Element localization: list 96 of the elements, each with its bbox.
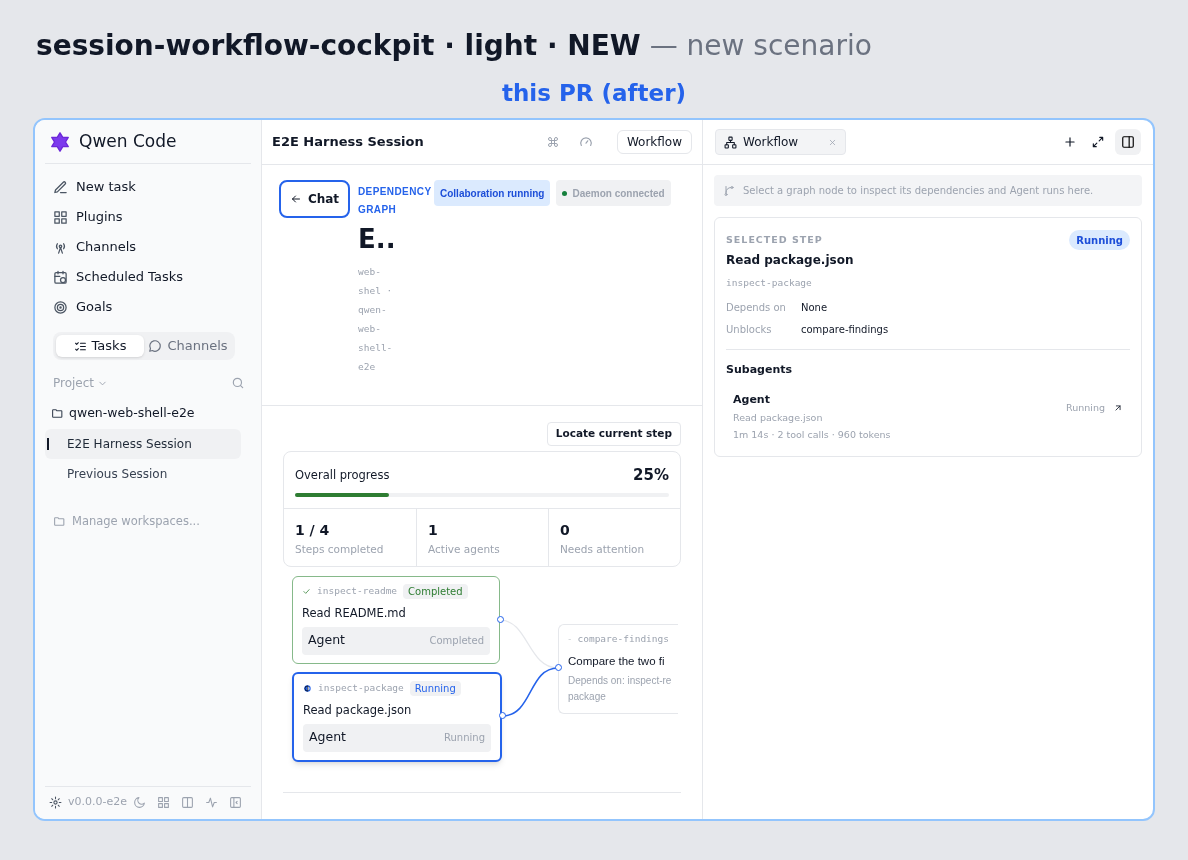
detail-value: None — [801, 300, 828, 315]
stat-label: Needs attention — [560, 541, 646, 557]
detail-label: Depends on — [726, 300, 787, 315]
activity-icon[interactable] — [205, 796, 218, 809]
hierarchy-icon — [724, 135, 737, 149]
version-label: v0.0.0-e2e — [68, 794, 127, 811]
sidebar-tab[interactable]: Channels — [144, 335, 232, 357]
subagent-row[interactable]: Agent Read package.json 1m 14s · 2 tool calls · 960 tokens Running — [726, 392, 1130, 442]
folder-icon — [53, 514, 66, 528]
sidebar-tab[interactable]: Tasks — [56, 335, 144, 357]
logo-icon — [49, 130, 71, 153]
panel-toggle-button[interactable] — [1115, 129, 1141, 155]
status-badge: Completed — [403, 584, 468, 599]
agent-name: Agent — [309, 728, 346, 747]
step-id: inspect-package — [726, 276, 813, 291]
port-handle[interactable] — [498, 712, 506, 719]
status-badge: Running — [409, 681, 461, 696]
detail-label: Unblocks — [726, 322, 773, 337]
step-id: compare-findings — [577, 632, 669, 647]
half-circle-icon — [303, 684, 312, 693]
section-eyebrow: DEPENDENCY GRAPH — [358, 185, 432, 217]
session-title: E2E Harness Session — [272, 133, 424, 152]
port-handle[interactable] — [496, 616, 504, 623]
locate-step-button[interactable]: Locate current step — [546, 422, 681, 446]
expand-icon[interactable] — [1091, 135, 1105, 149]
subagent-task: Read package.json — [733, 410, 824, 425]
status-badge: Running — [1069, 230, 1130, 250]
subagent-status: Running — [1066, 400, 1105, 415]
step-node[interactable]: inspect-package Running Read package.json Agent Running — [292, 671, 502, 762]
moon-icon[interactable] — [133, 796, 146, 809]
panel-icon — [1121, 135, 1135, 149]
agent-status: Running — [444, 731, 485, 746]
page-subheading: this PR (after) — [501, 79, 687, 108]
arrow-left-icon — [289, 193, 302, 205]
columns-icon[interactable] — [181, 796, 194, 809]
brand-name: Qwen Code — [79, 129, 177, 153]
grid-icon[interactable] — [157, 796, 170, 809]
nav-item[interactable]: Scheduled Tasks — [45, 262, 251, 292]
agent-status: Completed — [429, 634, 484, 649]
command-icon[interactable] — [546, 136, 559, 148]
agent-name: Agent — [308, 631, 345, 650]
section-title: Subagents — [726, 361, 794, 378]
page-heading: session-workflow-cockpit · light · NEW — new scenario — [35, 28, 873, 64]
search-icon[interactable] — [231, 376, 245, 390]
step-title: Read package.json — [726, 252, 854, 270]
step-title: Read package.json — [303, 701, 413, 719]
edit-icon — [53, 179, 68, 195]
session-item[interactable]: Previous Session — [45, 458, 241, 489]
gauge-icon[interactable] — [578, 135, 593, 149]
back-button[interactable]: Chat — [279, 180, 350, 218]
workflow-button[interactable]: Workflow — [616, 130, 692, 154]
subagent-name: Agent — [733, 392, 771, 408]
nav-item[interactable]: Goals — [45, 292, 251, 322]
folder-icon — [51, 406, 64, 420]
workflow-tab[interactable]: Workflow — [715, 129, 846, 155]
chat-bubble-icon — [148, 339, 163, 353]
subagent-meta: 1m 14s · 2 tool calls · 960 tokens — [733, 427, 891, 442]
stat-value: 1 — [428, 520, 439, 539]
hint-text: Select a graph node to inspect its dependencies and Agent runs here. — [743, 184, 1094, 198]
step-id: inspect-package — [318, 681, 404, 696]
active-indicator — [47, 437, 49, 450]
workspace-path: web-shel · qwen-web-shell-e2e — [358, 265, 394, 374]
stat-label: Active agents — [428, 541, 501, 557]
step-node[interactable]: inspect-readme Completed Read README.md Agent Completed — [292, 575, 500, 664]
nav-item[interactable]: New task — [45, 172, 251, 202]
target-icon — [53, 299, 68, 315]
stat-value: 0 — [560, 520, 571, 539]
detail-value: compare-findings — [801, 322, 889, 337]
arrow-up-right-icon[interactable] — [1113, 403, 1123, 413]
plus-icon[interactable] — [1063, 135, 1077, 149]
sidebar-toggle-icon[interactable] — [229, 796, 242, 809]
checklist-icon — [73, 339, 87, 353]
page-title: E.. — [358, 224, 397, 254]
status-badge: Collaboration running — [434, 180, 551, 206]
status-badge: Daemon connected — [556, 180, 671, 206]
progress-label: Overall progress — [295, 466, 390, 484]
close-icon[interactable] — [828, 137, 837, 147]
port-handle[interactable] — [554, 664, 562, 671]
progress-value: 25% — [633, 465, 669, 486]
session-item[interactable]: E2E Harness Session — [45, 428, 241, 459]
step-node[interactable]: compare-findings Compare the two fi Depends on: inspect-re package — [558, 623, 678, 714]
nav-item[interactable]: Channels — [45, 232, 251, 262]
card-eyebrow: SELECTED STEP — [726, 233, 824, 247]
step-dependencies: Depends on: inspect-re package — [568, 673, 673, 704]
branch-icon — [723, 184, 735, 197]
workspace-item[interactable]: qwen-web-shell-e2e — [45, 404, 251, 423]
step-title: Read README.md — [302, 604, 407, 622]
step-id: inspect-readme — [317, 584, 398, 599]
agent-row[interactable]: Agent Completed — [302, 626, 490, 655]
stat-label: Steps completed — [295, 541, 385, 557]
check-icon — [302, 587, 311, 596]
nav-item[interactable]: Plugins — [45, 202, 251, 232]
calendar-clock-icon — [53, 269, 68, 285]
stat-value: 1 / 4 — [295, 520, 331, 539]
step-title: Compare the two fi — [568, 653, 665, 669]
agent-row[interactable]: Agent Running — [303, 723, 491, 752]
